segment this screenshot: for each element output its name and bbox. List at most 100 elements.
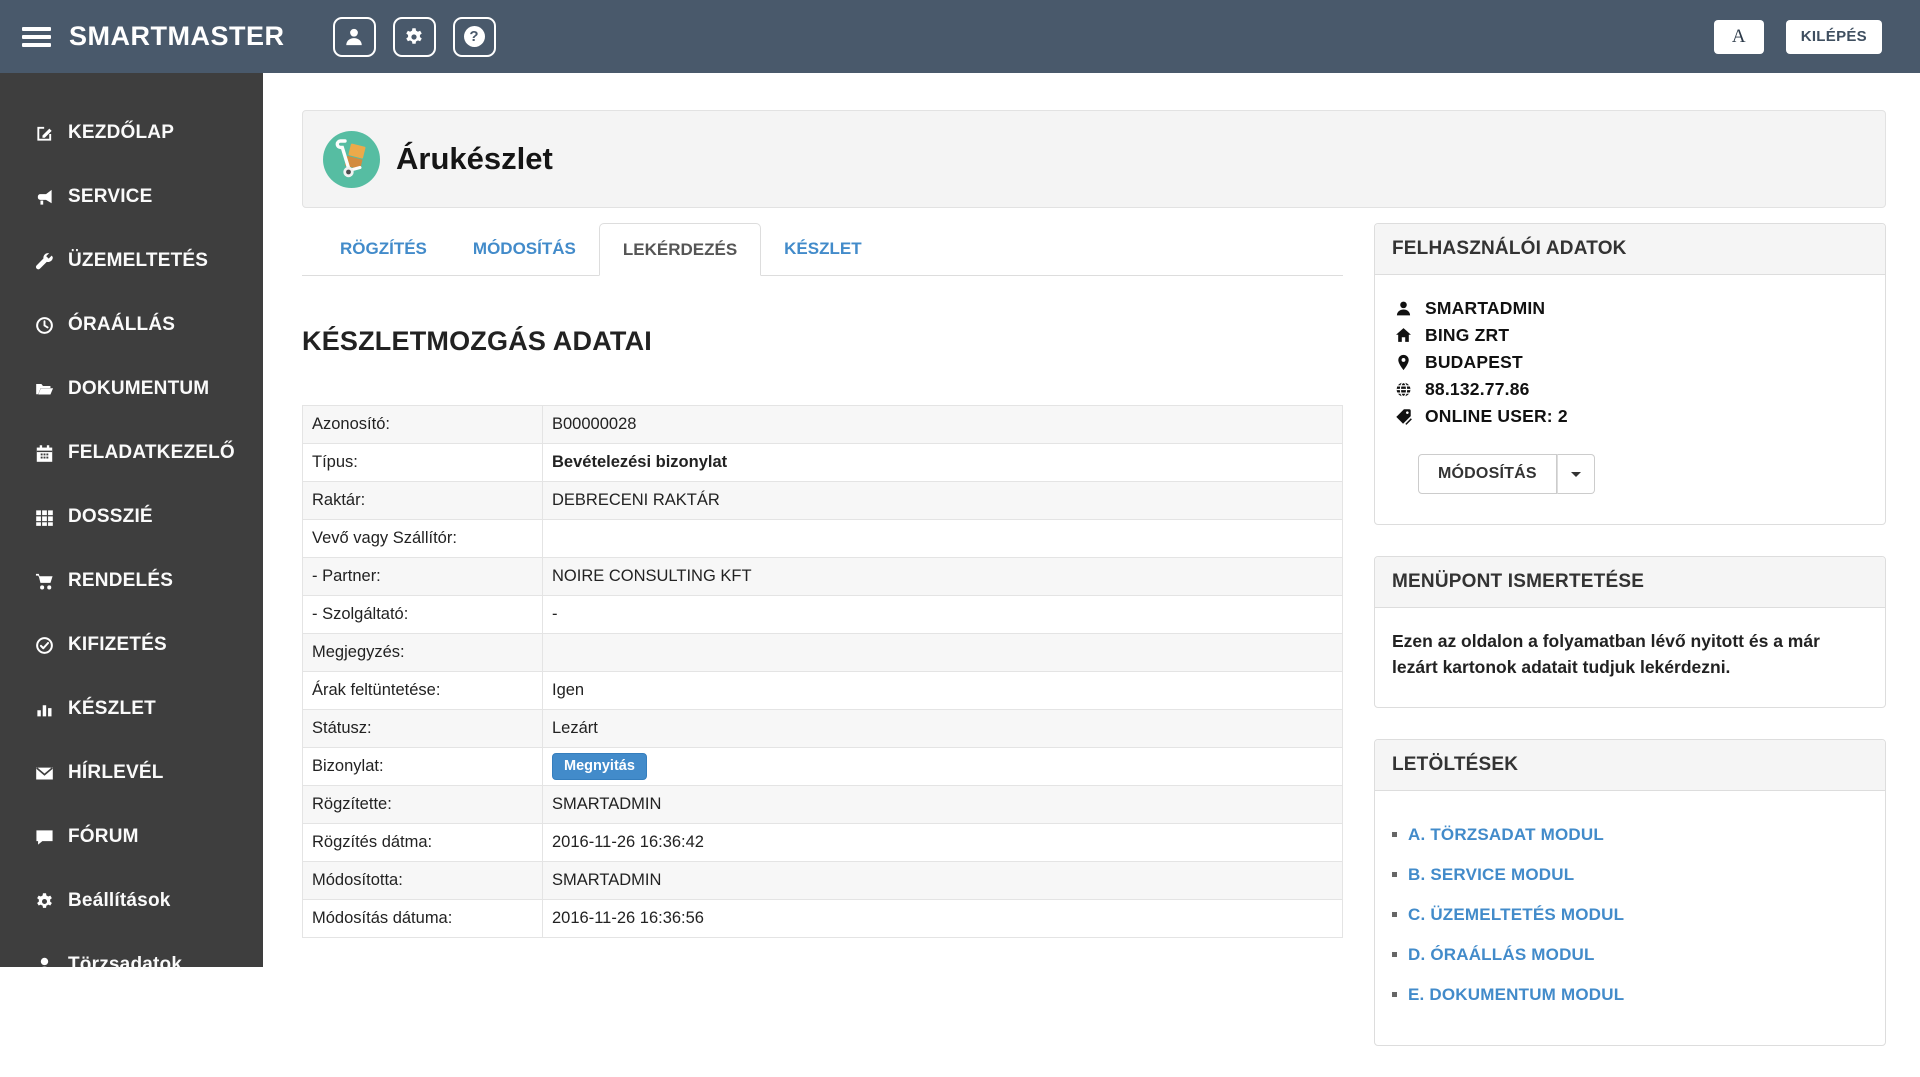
row-label: Rögzítette: bbox=[303, 786, 543, 824]
clock-icon bbox=[33, 316, 56, 335]
section-heading: KÉSZLETMOZGÁS ADATAI bbox=[302, 326, 1343, 357]
row-label: Megjegyzés: bbox=[303, 634, 543, 672]
row-value: B00000028 bbox=[543, 406, 1343, 444]
map-marker-icon bbox=[1392, 354, 1415, 371]
main-content: Árukészlet RÖGZÍTÉS MÓDOSÍTÁS LEKÉRDEZÉS… bbox=[263, 73, 1920, 967]
download-link-uzemeltetes[interactable]: C. ÜZEMELTETÉS MODUL bbox=[1408, 905, 1624, 925]
globe-icon bbox=[1392, 381, 1415, 398]
sidebar-item-forum[interactable]: FÓRUM bbox=[0, 805, 263, 869]
downloads-panel: LETÖLTÉSEK A. TÖRZSADAT MODUL B. SERVICE… bbox=[1374, 739, 1886, 1046]
bullet-icon bbox=[1392, 832, 1397, 837]
folder-open-icon bbox=[33, 380, 56, 399]
sidebar-item-label: DOKUMENTUM bbox=[68, 378, 209, 400]
row-value: - bbox=[543, 596, 1343, 634]
table-row: Rögzítette: SMARTADMIN bbox=[303, 786, 1343, 824]
tab-lekerdezes[interactable]: LEKÉRDEZÉS bbox=[599, 223, 761, 276]
envelope-icon bbox=[33, 764, 56, 783]
table-row: Azonosító: B00000028 bbox=[303, 406, 1343, 444]
city-line-text: BUDAPEST bbox=[1425, 352, 1523, 373]
sidebar-item-oraallas[interactable]: ÓRAÁLLÁS bbox=[0, 293, 263, 357]
profile-button[interactable] bbox=[333, 17, 376, 57]
sidebar-item-kifizetes[interactable]: KIFIZETÉS bbox=[0, 613, 263, 677]
sidebar-item-label: KÉSZLET bbox=[68, 698, 156, 720]
download-link-oraallas[interactable]: D. ÓRAÁLLÁS MODUL bbox=[1408, 945, 1595, 965]
page-title: Árukészlet bbox=[396, 141, 553, 177]
modify-button[interactable]: MÓDOSÍTÁS bbox=[1418, 454, 1557, 494]
row-value bbox=[543, 634, 1343, 672]
font-size-button[interactable]: A bbox=[1714, 20, 1764, 54]
sidebar-item-label: ÓRAÁLLÁS bbox=[68, 314, 175, 336]
sidebar-item-feladatkezelo[interactable]: FELADATKEZELŐ bbox=[0, 421, 263, 485]
row-value bbox=[543, 520, 1343, 558]
sidebar-item-dokumentum[interactable]: DOKUMENTUM bbox=[0, 357, 263, 421]
sidebar-item-label: SERVICE bbox=[68, 186, 152, 208]
sidebar-item-kezdolap[interactable]: KEZDŐLAP bbox=[0, 101, 263, 165]
comment-icon bbox=[33, 828, 56, 847]
sidebar-item-rendeles[interactable]: RENDELÉS bbox=[0, 549, 263, 613]
row-label: Típus: bbox=[303, 444, 543, 482]
bullet-icon bbox=[1392, 912, 1397, 917]
sidebar-item-keszlet[interactable]: KÉSZLET bbox=[0, 677, 263, 741]
sidebar-item-label: ÜZEMELTETÉS bbox=[68, 250, 208, 272]
open-document-button[interactable]: Megnyitás bbox=[552, 753, 647, 780]
table-row: Módosította: SMARTADMIN bbox=[303, 862, 1343, 900]
panel-title: MENÜPONT ISMERTETÉSE bbox=[1375, 557, 1885, 608]
tags-icon bbox=[1392, 408, 1415, 425]
company-line-text: BING ZRT bbox=[1425, 325, 1509, 346]
sidebar-item-beallitasok[interactable]: Beállítások bbox=[0, 869, 263, 933]
table-row: Típus: Bevételezési bizonylat bbox=[303, 444, 1343, 482]
online-users-text: ONLINE USER: 2 bbox=[1425, 406, 1568, 427]
download-link-dokumentum[interactable]: E. DOKUMENTUM MODUL bbox=[1408, 985, 1624, 1005]
list-item: A. TÖRZSADAT MODUL bbox=[1392, 825, 1868, 845]
modify-dropdown-button[interactable] bbox=[1557, 454, 1595, 494]
row-label: Vevő vagy Szállítór: bbox=[303, 520, 543, 558]
bullet-icon bbox=[1392, 952, 1397, 957]
row-label: Módosítás dátuma: bbox=[303, 900, 543, 938]
sidebar-item-hirlevel[interactable]: HÍRLEVÉL bbox=[0, 741, 263, 805]
sidebar-item-label: HÍRLEVÉL bbox=[68, 762, 164, 784]
sidebar-item-dosszie[interactable]: DOSSZIÉ bbox=[0, 485, 263, 549]
user-icon bbox=[344, 27, 364, 47]
sidebar: KEZDŐLAP SERVICE ÜZEMELTETÉS ÓRAÁLLÁS DO… bbox=[0, 73, 263, 967]
chevron-down-icon bbox=[1571, 472, 1581, 477]
help-button[interactable]: ? bbox=[453, 17, 496, 57]
hamburger-menu-icon[interactable] bbox=[22, 23, 51, 51]
tab-rogzites[interactable]: RÖGZÍTÉS bbox=[317, 223, 450, 276]
user-icon bbox=[1392, 300, 1415, 317]
row-value: Lezárt bbox=[543, 710, 1343, 748]
bullhorn-icon bbox=[33, 188, 56, 207]
topbar-icon-buttons: ? bbox=[333, 17, 496, 57]
table-row: Árak feltüntetése: Igen bbox=[303, 672, 1343, 710]
sidebar-item-label: RENDELÉS bbox=[68, 570, 173, 592]
user-line-text: SMARTADMIN bbox=[1425, 298, 1545, 319]
sidebar-item-label: Beállítások bbox=[68, 890, 171, 912]
table-row: Státusz: Lezárt bbox=[303, 710, 1343, 748]
gear-icon bbox=[404, 27, 424, 47]
settings-button[interactable] bbox=[393, 17, 436, 57]
table-row: Megjegyzés: bbox=[303, 634, 1343, 672]
table-row: Módosítás dátuma: 2016-11-26 16:36:56 bbox=[303, 900, 1343, 938]
download-link-torzsadat[interactable]: A. TÖRZSADAT MODUL bbox=[1408, 825, 1604, 845]
check-circle-icon bbox=[33, 636, 56, 655]
pencil-square-icon bbox=[33, 124, 56, 143]
row-value: Bevételezési bizonylat bbox=[543, 444, 1343, 482]
calendar-icon bbox=[33, 444, 56, 463]
row-label: Státusz: bbox=[303, 710, 543, 748]
list-item: C. ÜZEMELTETÉS MODUL bbox=[1392, 905, 1868, 925]
user-line: SMARTADMIN bbox=[1392, 295, 1868, 322]
row-value: DEBRECENI RAKTÁR bbox=[543, 482, 1343, 520]
home-icon bbox=[1392, 327, 1415, 344]
city-line: BUDAPEST bbox=[1392, 349, 1868, 376]
download-link-service[interactable]: B. SERVICE MODUL bbox=[1408, 865, 1574, 885]
table-row: - Szolgáltató: - bbox=[303, 596, 1343, 634]
sidebar-item-label: KEZDŐLAP bbox=[68, 122, 174, 144]
table-row: Rögzítés dátma: 2016-11-26 16:36:42 bbox=[303, 824, 1343, 862]
row-value: SMARTADMIN bbox=[543, 786, 1343, 824]
sidebar-item-uzemeltetes[interactable]: ÜZEMELTETÉS bbox=[0, 229, 263, 293]
tab-modositas[interactable]: MÓDOSÍTÁS bbox=[450, 223, 599, 276]
topbar-right: A KILÉPÉS bbox=[1714, 20, 1882, 54]
logout-button[interactable]: KILÉPÉS bbox=[1786, 20, 1882, 54]
sidebar-item-service[interactable]: SERVICE bbox=[0, 165, 263, 229]
list-item: D. ÓRAÁLLÁS MODUL bbox=[1392, 945, 1868, 965]
tab-keszlet[interactable]: KÉSZLET bbox=[761, 223, 884, 276]
